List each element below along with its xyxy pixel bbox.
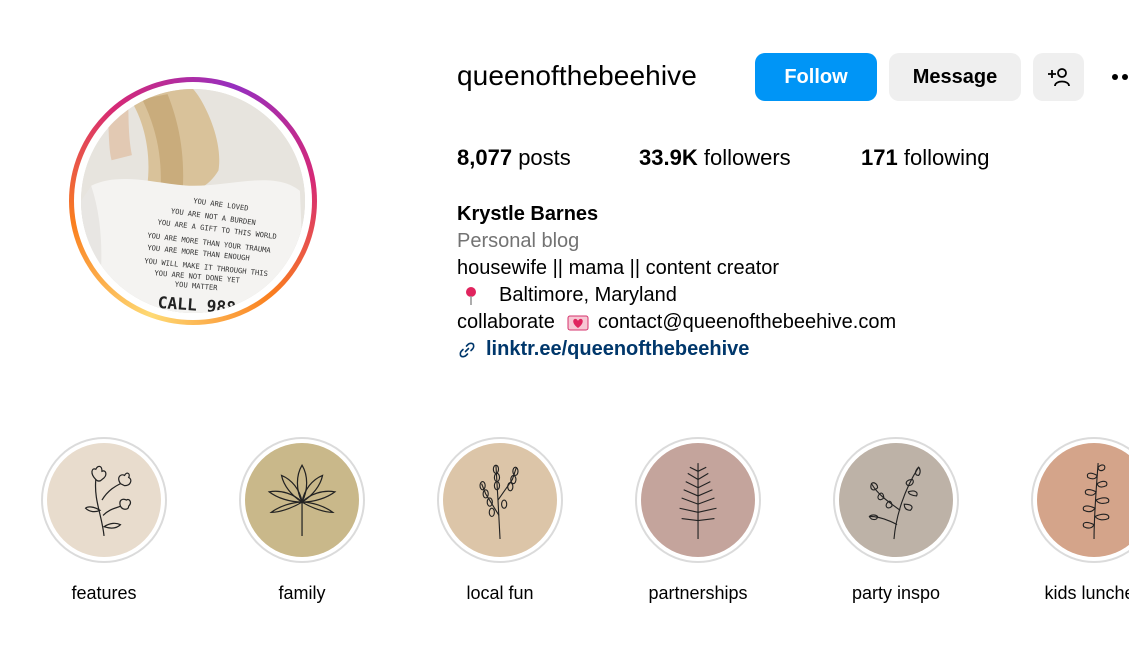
flower-icon — [84, 465, 132, 536]
bio-collaborate: collaborate contact@queenofthebeehive.co… — [457, 309, 896, 336]
avatar-frame: YOU ARE LOVED YOU ARE NOT A BURDEN YOU A… — [74, 82, 312, 320]
highlight-cover — [839, 443, 953, 557]
lavender-icon — [479, 464, 519, 540]
bio-location: Baltimore, Maryland — [457, 282, 677, 309]
following-stat[interactable]: 171 following — [861, 145, 989, 171]
highlight-ring — [437, 437, 563, 563]
following-count: 171 — [861, 145, 898, 170]
avatar[interactable]: YOU ARE LOVED YOU ARE NOT A BURDEN YOU A… — [81, 89, 305, 313]
pushpin-icon — [466, 286, 476, 305]
highlight-cover — [443, 443, 557, 557]
highlight-party-inspo[interactable]: party inspo — [833, 437, 959, 604]
follow-button[interactable]: Follow — [755, 53, 877, 101]
profile-category: Personal blog — [457, 230, 580, 252]
following-label: following — [903, 145, 990, 170]
olive-branch-icon — [1082, 463, 1110, 539]
person-add-icon — [1047, 68, 1070, 87]
link-icon — [459, 342, 475, 357]
posts-stat: 8,077 posts — [457, 145, 571, 171]
highlight-cover — [1037, 443, 1129, 557]
posts-count: 8,077 — [457, 145, 513, 170]
message-button[interactable]: Message — [889, 53, 1021, 101]
followers-label: followers — [703, 145, 791, 170]
highlight-cover — [641, 443, 755, 557]
profile-full-name: Krystle Barnes — [457, 203, 599, 225]
leafy-branch-icon — [868, 466, 921, 540]
bio-external-link[interactable]: linktr.ee/queenofthebeehive — [457, 336, 749, 363]
location-text: Baltimore, Maryland — [499, 284, 677, 306]
highlight-kids-lunches[interactable]: kids lunches — [1031, 437, 1129, 604]
highlight-label: partnerships — [648, 583, 748, 603]
highlight-family[interactable]: family — [239, 437, 365, 604]
add-user-button[interactable] — [1033, 53, 1084, 101]
highlight-ring — [239, 437, 365, 563]
highlight-partnerships[interactable]: partnerships — [635, 437, 761, 604]
highlight-cover — [245, 443, 359, 557]
highlight-ring — [833, 437, 959, 563]
highlight-ring — [635, 437, 761, 563]
collab-prefix: collaborate — [457, 311, 555, 333]
link-text[interactable]: linktr.ee/queenofthebeehive — [486, 336, 749, 363]
fern-icon — [679, 463, 717, 539]
profile-username: queenofthebeehive — [457, 60, 697, 91]
highlight-label: local fun — [466, 583, 534, 603]
highlight-label: features — [71, 583, 137, 603]
highlight-label: family — [278, 583, 326, 603]
profile-avatar-ring[interactable]: YOU ARE LOVED YOU ARE NOT A BURDEN YOU A… — [69, 77, 317, 325]
highlight-label: party inspo — [851, 583, 941, 603]
palm-leaf-icon — [267, 463, 337, 536]
love-letter-icon — [567, 315, 589, 330]
posts-label: posts — [518, 145, 571, 170]
highlight-ring — [41, 437, 167, 563]
highlight-cover — [47, 443, 161, 557]
highlight-label: kids lunches — [1044, 583, 1129, 603]
highlight-ring — [1031, 437, 1129, 563]
more-options-icon[interactable] — [1108, 68, 1129, 86]
avatar-photo-image: YOU ARE LOVED YOU ARE NOT A BURDEN YOU A… — [81, 89, 305, 313]
collab-email: contact@queenofthebeehive.com — [597, 311, 897, 333]
bio-description: housewife || mama || content creator — [457, 257, 780, 279]
highlight-features[interactable]: features — [41, 437, 167, 604]
followers-count: 33.9K — [639, 145, 698, 170]
followers-stat[interactable]: 33.9K followers — [639, 145, 791, 171]
highlight-local-fun[interactable]: local fun — [437, 437, 563, 604]
